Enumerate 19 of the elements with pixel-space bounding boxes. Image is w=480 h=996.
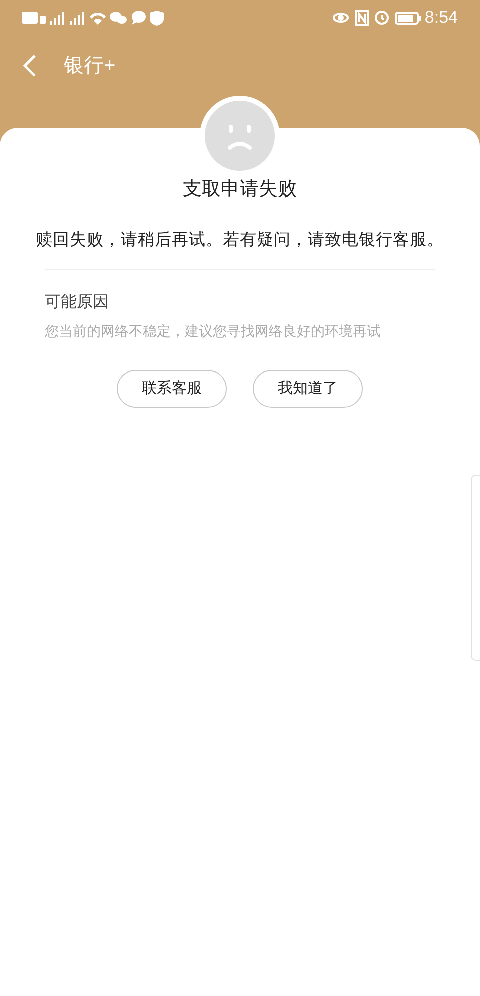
dialog-title: 支取申请失败 — [183, 178, 297, 202]
reason-title: 可能原因 — [45, 293, 110, 314]
dialog-button[interactable]: 我知道了 — [253, 370, 363, 408]
nfc-icon — [354, 10, 369, 26]
signal-icon — [70, 11, 86, 25]
dialog-message: 赎回失败，请稍后再试。若有疑问，请致电银行客服。 — [36, 230, 444, 250]
back-icon — [23, 54, 37, 78]
dialog-button[interactable]: 联系客服 — [117, 370, 227, 408]
battery-icon — [394, 12, 421, 24]
chat-bubbles-icon — [110, 12, 127, 24]
shield-icon — [150, 10, 164, 26]
reason-text: 您当前的网络不稳定，建议您寻找网络良好的环境再试 — [45, 322, 382, 342]
signal-icon — [50, 11, 66, 25]
eye-icon — [332, 13, 349, 23]
alarm-icon — [374, 11, 389, 25]
chat-bubble-icon — [131, 11, 146, 25]
header-title: 银行+ — [64, 54, 116, 79]
status-time: 8:54 — [424, 7, 458, 30]
wifi-icon — [90, 12, 106, 24]
